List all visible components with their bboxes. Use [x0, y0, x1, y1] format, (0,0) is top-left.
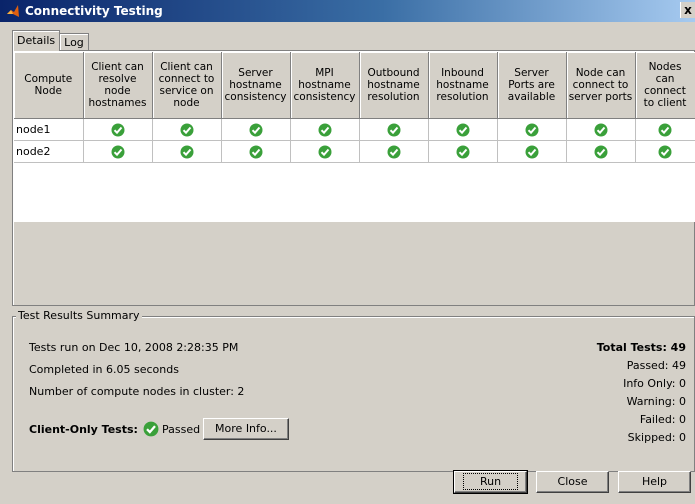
total-tests: Total Tests: 49 — [596, 341, 686, 354]
window-title: Connectivity Testing — [25, 4, 163, 18]
result-cell — [290, 118, 360, 141]
check-icon — [387, 123, 400, 136]
column-header[interactable]: Outbound hostname resolution — [359, 52, 429, 119]
completed-time: Completed in 6.05 seconds — [29, 363, 179, 376]
result-cell — [359, 118, 429, 141]
result-cell — [83, 118, 153, 141]
close-window-button[interactable]: x — [680, 2, 695, 18]
result-cell — [497, 140, 567, 163]
results-grid: Compute Node Client can resolve node host… — [14, 52, 695, 222]
check-icon — [249, 123, 262, 136]
check-icon — [525, 145, 538, 158]
column-header[interactable]: Client can connect to service on node — [152, 52, 222, 119]
result-cell — [290, 140, 360, 163]
column-header[interactable]: Node can connect to server ports — [566, 52, 636, 119]
check-icon — [525, 123, 538, 136]
node-name-cell: node1 — [14, 118, 84, 141]
failed-count: Failed: 0 — [639, 413, 686, 426]
check-icon — [111, 123, 124, 136]
check-icon — [111, 145, 124, 158]
check-icon — [456, 145, 469, 158]
window-titlebar[interactable]: Connectivity Testing x — [0, 0, 695, 22]
result-cell — [566, 118, 636, 141]
table-body: node1 node2 — [14, 118, 695, 163]
matlab-logo-icon — [7, 5, 19, 17]
column-header[interactable]: Client can resolve node hostnames — [83, 52, 153, 119]
result-cell — [635, 140, 695, 163]
skipped-count: Skipped: 0 — [627, 431, 686, 444]
check-icon — [180, 123, 193, 136]
check-icon — [249, 145, 262, 158]
result-cell — [221, 140, 291, 163]
tab-strip: Details Log — [12, 30, 89, 51]
column-header[interactable]: Server Ports are available — [497, 52, 567, 119]
check-icon — [658, 123, 672, 136]
result-cell — [635, 118, 695, 141]
column-header[interactable]: Inbound hostname resolution — [428, 52, 498, 119]
result-cell — [359, 140, 429, 163]
tab-details[interactable]: Details — [12, 30, 61, 51]
client-only-check-icon — [143, 421, 159, 437]
result-cell — [152, 140, 222, 163]
result-cell — [566, 140, 636, 163]
result-cell — [428, 118, 498, 141]
details-panel: Compute Node Client can resolve node host… — [12, 50, 695, 306]
check-icon — [318, 145, 331, 158]
node-count: Number of compute nodes in cluster: 2 — [29, 385, 245, 398]
table-row[interactable]: node2 — [14, 140, 695, 163]
close-button[interactable]: Close — [536, 471, 609, 493]
run-button-label: Run — [462, 473, 519, 490]
result-cell — [221, 118, 291, 141]
help-button[interactable]: Help — [618, 471, 691, 493]
run-button[interactable]: Run — [453, 470, 528, 494]
tests-run-on: Tests run on Dec 10, 2008 2:28:35 PM — [29, 341, 239, 354]
column-header[interactable]: MPI hostname consistency — [290, 52, 360, 119]
column-header[interactable]: Compute Node — [14, 52, 84, 119]
table-header-row: Compute Node Client can resolve node host… — [14, 52, 695, 119]
check-icon — [180, 145, 193, 158]
result-cell — [152, 118, 222, 141]
info-only-count: Info Only: 0 — [623, 377, 686, 390]
results-table: Compute Node Client can resolve node host… — [14, 52, 695, 163]
passed-count: Passed: 49 — [626, 359, 686, 372]
result-cell — [83, 140, 153, 163]
check-icon — [594, 123, 607, 136]
check-icon — [387, 145, 400, 158]
warning-count: Warning: 0 — [626, 395, 686, 408]
check-icon — [318, 123, 331, 136]
client-only-status: Passed — [162, 423, 201, 436]
test-results-summary: Test Results Summary Tests run on Dec 10… — [12, 309, 695, 472]
result-cell — [497, 118, 567, 141]
client-only-label: Client-Only Tests: — [29, 423, 138, 436]
column-header[interactable]: Nodes can connect to client — [635, 52, 695, 119]
table-row[interactable]: node1 — [14, 118, 695, 141]
check-icon — [594, 145, 607, 158]
more-info-button[interactable]: More Info... — [203, 418, 289, 440]
check-icon — [456, 123, 469, 136]
node-name-cell: node2 — [14, 140, 84, 163]
result-cell — [428, 140, 498, 163]
summary-legend: Test Results Summary — [16, 309, 142, 322]
tab-log[interactable]: Log — [59, 33, 89, 51]
column-header[interactable]: Server hostname consistency — [221, 52, 291, 119]
check-icon — [658, 145, 672, 158]
